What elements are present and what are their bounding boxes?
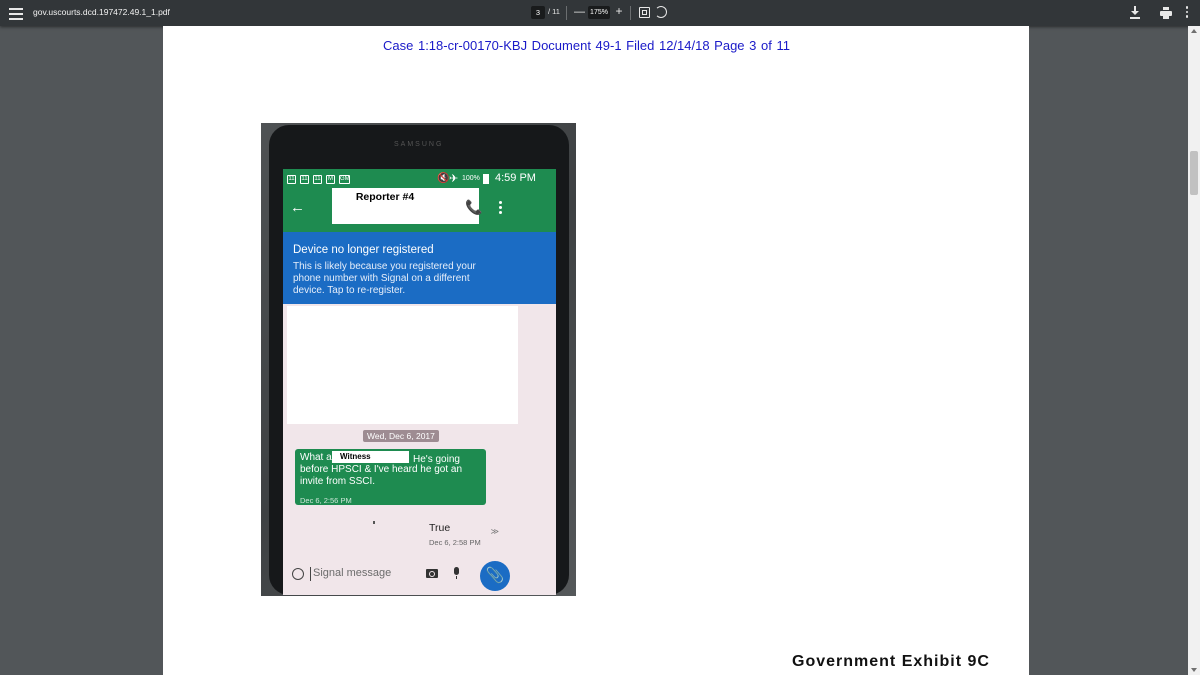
page-number-input[interactable]: 3: [531, 6, 545, 19]
airplane-icon: ✈: [449, 173, 459, 185]
compose-bar: Signal message 📎: [283, 559, 556, 595]
phone-body: SAMSUNG 11 11 11 M GM 🔇 ✈ 100% 4:59 PM ←…: [269, 125, 569, 595]
camera-icon[interactable]: [426, 569, 438, 578]
print-icon[interactable]: [1160, 7, 1172, 19]
emoji-icon[interactable]: [292, 568, 304, 580]
phone-brand: SAMSUNG: [394, 141, 444, 148]
mute-icon: 🔇: [437, 173, 450, 184]
banner-title: Device no longer registered: [293, 244, 434, 256]
exhibit-label: Government Exhibit 9C: [792, 653, 990, 670]
battery-percentage: 100%: [462, 175, 480, 182]
vertical-scrollbar[interactable]: [1188, 26, 1200, 675]
message-text: before HPSCI & I've heard he got an invi…: [300, 464, 463, 487]
conversation-app-bar: ← Reporter #4 📞: [283, 188, 556, 232]
phone-clock: 4:59 PM: [495, 172, 536, 184]
attach-icon[interactable]: 📎: [480, 561, 510, 591]
message-timestamp: Dec 6, 2:56 PM: [300, 496, 352, 505]
witness-redaction-box: Witness: [332, 451, 409, 463]
artifact-mark: [373, 521, 375, 524]
redaction-block: [287, 306, 518, 424]
contact-name: Reporter #4: [355, 191, 415, 203]
message-text: True: [429, 522, 451, 534]
message-timestamp: Dec 6, 2:58 PM: [429, 538, 481, 547]
toolbar-divider: [630, 6, 631, 20]
reregister-banner[interactable]: Device no longer registered This is like…: [283, 232, 556, 304]
incoming-message-bubble[interactable]: What about Witness He's going before HPS…: [295, 449, 486, 505]
fit-to-page-icon[interactable]: [639, 7, 650, 18]
zoom-out-button[interactable]: —: [574, 4, 585, 20]
page-total: / 11: [548, 7, 560, 16]
menu-icon[interactable]: [9, 5, 23, 21]
call-icon[interactable]: 📞: [465, 199, 482, 216]
banner-body: This is likely because you registered yo…: [293, 261, 476, 296]
notification-icon: GM: [339, 175, 350, 184]
date-divider: Wed, Dec 6, 2017: [363, 430, 439, 442]
redaction-label: Witness: [340, 452, 371, 461]
pdf-toolbar: gov.uscourts.dcd.197472.49.1_1.pdf 3 / 1…: [0, 0, 1200, 26]
exhibit-photo: SAMSUNG 11 11 11 M GM 🔇 ✈ 100% 4:59 PM ←…: [261, 123, 576, 596]
scroll-up-icon[interactable]: [1191, 29, 1197, 33]
phone-status-bar: 11 11 11 M GM 🔇 ✈ 100% 4:59 PM: [283, 169, 556, 188]
case-header: Case 1:18-cr-00170-KBJ Document 49-1 Fil…: [383, 38, 790, 53]
microphone-icon[interactable]: [454, 567, 459, 579]
scroll-down-icon[interactable]: [1191, 668, 1197, 672]
download-icon[interactable]: [1130, 6, 1140, 20]
zoom-level-input[interactable]: 175%: [588, 6, 610, 19]
scroll-thumb[interactable]: [1190, 151, 1198, 195]
toolbar-divider: [566, 6, 567, 20]
file-title: gov.uscourts.dcd.197472.49.1_1.pdf: [33, 7, 170, 17]
back-arrow-icon[interactable]: ←: [290, 199, 305, 216]
notification-icon: 11: [300, 175, 309, 184]
notification-icon: 11: [287, 175, 296, 184]
zoom-in-button[interactable]: +: [614, 3, 624, 19]
contact-redaction-box[interactable]: Reporter #4: [332, 188, 479, 224]
phone-screen: 11 11 11 M GM 🔇 ✈ 100% 4:59 PM ← Reporte…: [283, 169, 556, 595]
pdf-page: Case 1:18-cr-00170-KBJ Document 49-1 Fil…: [163, 26, 1029, 675]
rotate-icon[interactable]: [655, 6, 667, 18]
more-options-icon[interactable]: [1184, 6, 1190, 20]
message-input[interactable]: Signal message: [310, 567, 423, 581]
overflow-menu-icon[interactable]: [499, 201, 503, 216]
battery-icon: [483, 174, 489, 184]
notification-icon: 11: [313, 175, 322, 184]
outgoing-message-bubble[interactable]: True Dec 6, 2:58 PM ≫: [424, 519, 505, 555]
notification-icon: M: [326, 175, 335, 184]
delivered-icon: ≫: [490, 527, 499, 536]
